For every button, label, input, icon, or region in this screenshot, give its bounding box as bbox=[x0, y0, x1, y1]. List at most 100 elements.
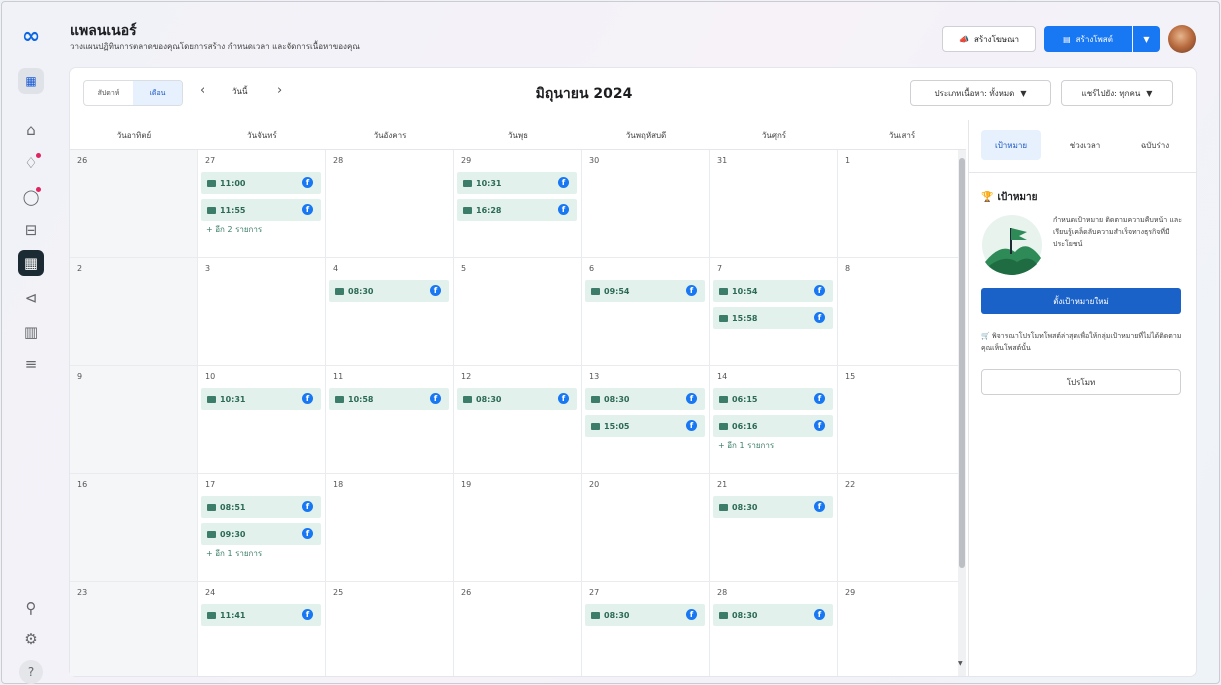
avatar[interactable] bbox=[1168, 25, 1196, 53]
scheduled-post[interactable]: 10:31 f bbox=[457, 172, 577, 194]
create-post-label: สร้างโพสต์ bbox=[1075, 34, 1113, 44]
day-number: 27 bbox=[589, 588, 600, 597]
post-time: 06:15 bbox=[732, 394, 758, 404]
goal-flag-illustration bbox=[982, 215, 1042, 275]
settings-gear-icon[interactable]: ⚙ bbox=[19, 627, 43, 651]
post-icon bbox=[719, 611, 728, 619]
calendar-day-cell[interactable]: 5 bbox=[454, 258, 582, 366]
more-posts-link[interactable]: + อีก 1 รายการ bbox=[206, 547, 262, 560]
scheduled-post[interactable]: 08:30 f bbox=[713, 604, 833, 626]
calendar-day-cell[interactable]: 26 bbox=[70, 150, 198, 258]
set-new-goal-button[interactable]: ตั้งเป้าหมายใหม่ bbox=[981, 288, 1181, 314]
scheduled-post[interactable]: 08:30 f bbox=[713, 496, 833, 518]
calendar-day-cell[interactable]: 3 bbox=[198, 258, 326, 366]
scheduled-post[interactable]: 06:15 f bbox=[713, 388, 833, 410]
calendar-day-cell[interactable]: 15 bbox=[838, 366, 966, 474]
calendar-day-cell[interactable]: 25 bbox=[326, 582, 454, 676]
calendar-day-cell[interactable]: 1 bbox=[838, 150, 966, 258]
scheduled-post[interactable]: 08:30 f bbox=[457, 388, 577, 410]
calendar-day-cell[interactable]: 26 bbox=[454, 582, 582, 676]
calendar-day-cell[interactable]: 12 08:30 f bbox=[454, 366, 582, 474]
scheduled-post[interactable]: 15:05 f bbox=[585, 415, 705, 437]
help-icon[interactable]: ? bbox=[19, 660, 43, 684]
calendar-day-cell[interactable]: 28 08:30 f bbox=[710, 582, 838, 676]
menu-icon[interactable]: ≡ bbox=[19, 352, 43, 376]
scheduled-post[interactable]: 09:30 f bbox=[201, 523, 321, 545]
calendar-day-cell[interactable]: 29 bbox=[838, 582, 966, 676]
meta-logo-icon[interactable]: ∞ bbox=[16, 24, 46, 49]
calendar-day-cell[interactable]: 18 bbox=[326, 474, 454, 582]
scheduled-post[interactable]: 11:41 f bbox=[201, 604, 321, 626]
scheduled-post[interactable]: 11:55 f bbox=[201, 199, 321, 221]
calendar-day-cell[interactable]: 31 bbox=[710, 150, 838, 258]
scheduled-post[interactable]: 10:54 f bbox=[713, 280, 833, 302]
inbox-icon[interactable]: ◯ bbox=[19, 185, 43, 209]
insights-chart-icon[interactable]: ▥ bbox=[19, 320, 43, 344]
planner-calendar-icon[interactable]: ▦ bbox=[18, 250, 44, 276]
scheduled-post[interactable]: 15:58 f bbox=[713, 307, 833, 329]
calendar-day-cell[interactable]: 4 08:30 f bbox=[326, 258, 454, 366]
share-to-dropdown[interactable]: แชร์ไปยัง: ทุกคน ▼ bbox=[1061, 80, 1173, 106]
scheduled-post[interactable]: 10:58 f bbox=[329, 388, 449, 410]
day-number: 22 bbox=[845, 480, 856, 489]
calendar-day-cell[interactable]: 27 08:30 f bbox=[582, 582, 710, 676]
scheduled-post[interactable]: 08:30 f bbox=[585, 604, 705, 626]
calendar-day-cell[interactable]: 23 bbox=[70, 582, 198, 676]
more-posts-link[interactable]: + อีก 2 รายการ bbox=[206, 223, 262, 236]
scroll-down-icon[interactable]: ▼ bbox=[958, 660, 963, 667]
calendar-day-cell[interactable]: 30 bbox=[582, 150, 710, 258]
scheduled-post[interactable]: 09:54 f bbox=[585, 280, 705, 302]
scheduled-post[interactable]: 08:51 f bbox=[201, 496, 321, 518]
ads-megaphone-icon[interactable]: ⊲ bbox=[19, 286, 43, 310]
calendar-scrollbar[interactable]: ▼ bbox=[958, 150, 966, 676]
content-type-dropdown[interactable]: ประเภทเนื้อหา: ทั้งหมด ▼ bbox=[910, 80, 1051, 106]
calendar-day-cell[interactable]: 7 10:54 f 15:58 f bbox=[710, 258, 838, 366]
tab-timing[interactable]: ช่วงเวลา bbox=[1055, 130, 1115, 160]
calendar-day-cell[interactable]: 13 08:30 f 15:05 f bbox=[582, 366, 710, 474]
day-number: 29 bbox=[845, 588, 856, 597]
promote-button[interactable]: โปรโมท bbox=[981, 369, 1181, 395]
more-posts-link[interactable]: + อีก 1 รายการ bbox=[718, 439, 774, 452]
calendar-day-cell[interactable]: 28 bbox=[326, 150, 454, 258]
calendar-day-cell[interactable]: 11 10:58 f bbox=[326, 366, 454, 474]
content-icon[interactable]: ⊟ bbox=[19, 218, 43, 242]
calendar-day-cell[interactable]: 22 bbox=[838, 474, 966, 582]
chevron-down-icon: ▼ bbox=[1020, 88, 1027, 98]
calendar-day-cell[interactable]: 14 06:15 f 06:16 f + อีก 1 รายการ bbox=[710, 366, 838, 474]
month-calendar: วันอาทิตย์ วันจันทร์ วันอังคาร วันพุธ วันพฤห… bbox=[70, 120, 966, 676]
chevron-down-icon: ▼ bbox=[1143, 34, 1150, 44]
create-post-button[interactable]: ▤ สร้างโพสต์ bbox=[1044, 26, 1132, 52]
weekday-header: วันอังคาร bbox=[373, 131, 407, 140]
home-icon[interactable]: ⌂ bbox=[19, 118, 43, 142]
calendar-day-cell[interactable]: 16 bbox=[70, 474, 198, 582]
scheduled-post[interactable]: 11:00 f bbox=[201, 172, 321, 194]
search-icon[interactable]: ⚲ bbox=[19, 596, 43, 620]
scrollbar-thumb[interactable] bbox=[959, 158, 965, 568]
scheduled-post[interactable]: 08:30 f bbox=[329, 280, 449, 302]
calendar-day-cell[interactable]: 24 11:41 f bbox=[198, 582, 326, 676]
calendar-day-cell[interactable]: 10 10:31 f bbox=[198, 366, 326, 474]
calendar-day-cell[interactable]: 27 11:00 f 11:55 f + อีก 2 รายการ bbox=[198, 150, 326, 258]
business-account-icon[interactable]: ▦ bbox=[18, 68, 44, 94]
day-number: 13 bbox=[589, 372, 600, 381]
calendar-day-cell[interactable]: 20 bbox=[582, 474, 710, 582]
calendar-day-cell[interactable]: 9 bbox=[70, 366, 198, 474]
calendar-day-cell[interactable]: 2 bbox=[70, 258, 198, 366]
post-time: 15:58 bbox=[732, 313, 758, 323]
notifications-icon[interactable]: ♢ bbox=[19, 151, 43, 175]
calendar-day-cell[interactable]: 17 08:51 f 09:30 f + อีก 1 รายการ bbox=[198, 474, 326, 582]
calendar-day-cell[interactable]: 29 10:31 f 16:28 f bbox=[454, 150, 582, 258]
tab-drafts[interactable]: ฉบับร่าง bbox=[1125, 130, 1185, 160]
calendar-day-cell[interactable]: 6 09:54 f bbox=[582, 258, 710, 366]
scheduled-post[interactable]: 16:28 f bbox=[457, 199, 577, 221]
scheduled-post[interactable]: 06:16 f bbox=[713, 415, 833, 437]
scheduled-post[interactable]: 10:31 f bbox=[201, 388, 321, 410]
create-ad-button[interactable]: 📣 สร้างโฆษณา bbox=[942, 26, 1036, 52]
post-icon bbox=[207, 503, 216, 511]
tab-goals[interactable]: เป้าหมาย bbox=[981, 130, 1041, 160]
calendar-day-cell[interactable]: 19 bbox=[454, 474, 582, 582]
calendar-day-cell[interactable]: 8 bbox=[838, 258, 966, 366]
calendar-day-cell[interactable]: 21 08:30 f bbox=[710, 474, 838, 582]
scheduled-post[interactable]: 08:30 f bbox=[585, 388, 705, 410]
create-post-dropdown-button[interactable]: ▼ bbox=[1133, 26, 1160, 52]
